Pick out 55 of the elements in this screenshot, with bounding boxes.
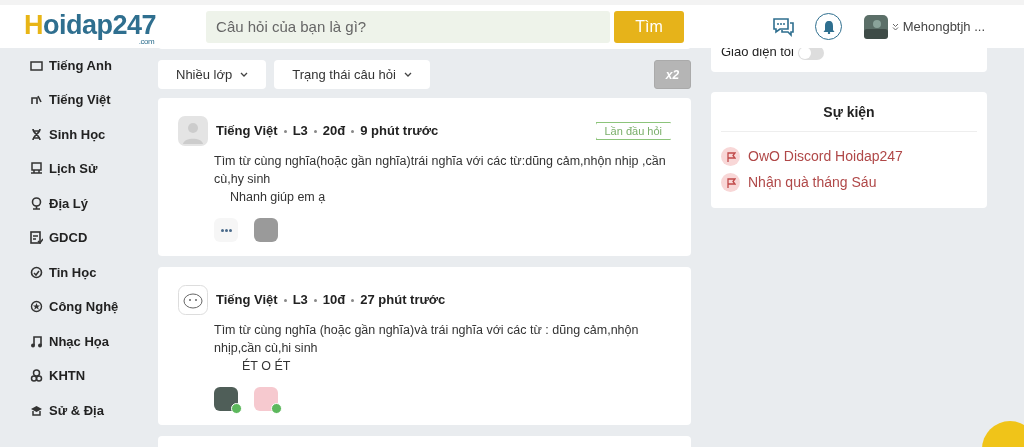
subject-icon bbox=[30, 196, 43, 210]
sidebar-item[interactable]: Sử & Địa bbox=[30, 393, 158, 428]
first-question-badge: Lần đầu hỏi bbox=[595, 121, 671, 141]
subject-icon bbox=[30, 127, 43, 141]
question-note: Nhanh giúp em ạ bbox=[229, 189, 327, 206]
question-text: Tìm từ cùng nghĩa(hoặc gần nghĩa)trái nghĩa với các từ:dũng cảm,nhộn nhịp ,cần cù,hy sinh bbox=[214, 153, 667, 188]
subject-icon bbox=[30, 265, 43, 279]
logo[interactable]: Hoidap247 .com bbox=[24, 10, 157, 47]
subject-icon bbox=[30, 300, 43, 314]
sidebar-item[interactable]: Sinh Học bbox=[30, 117, 158, 152]
separator-dot bbox=[283, 299, 287, 303]
question-meta: Tiếng Việt L3 10đ 27 phút trước bbox=[216, 291, 446, 310]
sidebar-item[interactable]: Lịch Sử bbox=[30, 151, 158, 186]
subject-icon bbox=[30, 231, 43, 245]
separator-dot bbox=[283, 130, 287, 134]
sidebar-item[interactable]: KHTN bbox=[30, 358, 158, 393]
chat-icon[interactable] bbox=[771, 15, 796, 38]
separator-dot bbox=[351, 299, 355, 303]
chevron-icon bbox=[892, 23, 900, 32]
sidebar-item[interactable]: Nhạc Họa bbox=[30, 324, 158, 359]
flag-icon bbox=[721, 173, 740, 192]
sidebar-item[interactable]: Công Nghệ bbox=[30, 289, 158, 324]
subject-icon bbox=[30, 403, 43, 417]
sidebar-item[interactable]: Tiếng Anh bbox=[30, 48, 158, 83]
cat-avatar-icon bbox=[178, 285, 208, 315]
sidebar-item[interactable]: Tiếng Việt bbox=[30, 82, 158, 117]
subject-icon bbox=[30, 162, 43, 176]
subject-icon bbox=[30, 369, 43, 383]
answerer-avatar[interactable] bbox=[254, 218, 278, 242]
event-link[interactable]: Nhận quà tháng Sáu bbox=[721, 169, 977, 196]
filter-dropdown[interactable]: Trạng thái câu hỏi bbox=[274, 60, 430, 89]
question-note: ÉT O ÉT bbox=[241, 357, 292, 375]
events-title: Sự kiện bbox=[721, 101, 977, 132]
filter-dropdown[interactable]: Nhiều lớp bbox=[158, 60, 267, 89]
sidebar-item[interactable]: Tin Học bbox=[30, 255, 158, 290]
chevron-icon bbox=[403, 72, 412, 77]
question-meta: Tiếng Việt L3 20đ 9 phút trước bbox=[216, 122, 439, 141]
question-text: Tìm từ cùng nghĩa (hoặc gần nghĩa)và trái nghĩa với các từ : dũng cảm,nhộn nhịp,cần cù,hi sinh bbox=[214, 322, 640, 357]
search-field[interactable]: Câu hỏi của bạn là gì? bbox=[206, 10, 611, 43]
separator-dot bbox=[351, 130, 355, 134]
chevron-icon bbox=[240, 72, 249, 77]
sidebar-item[interactable]: Địa Lý bbox=[30, 186, 158, 221]
subject-icon bbox=[30, 93, 43, 107]
flag-icon bbox=[721, 147, 740, 166]
subject-icon bbox=[30, 334, 43, 348]
separator-dot bbox=[313, 299, 317, 303]
sidebar-item[interactable]: GDCD bbox=[30, 220, 158, 255]
separator-dot bbox=[313, 130, 317, 134]
user-menu[interactable]: Mehongbtjh ... bbox=[892, 16, 986, 37]
subject-icon bbox=[30, 58, 43, 72]
answerer-avatar[interactable] bbox=[214, 218, 238, 242]
event-link[interactable]: OwO Discord Hoidap247 bbox=[721, 143, 977, 170]
dots-icon bbox=[220, 228, 232, 232]
avatar-icon bbox=[178, 116, 208, 146]
bell-icon bbox=[822, 19, 835, 34]
